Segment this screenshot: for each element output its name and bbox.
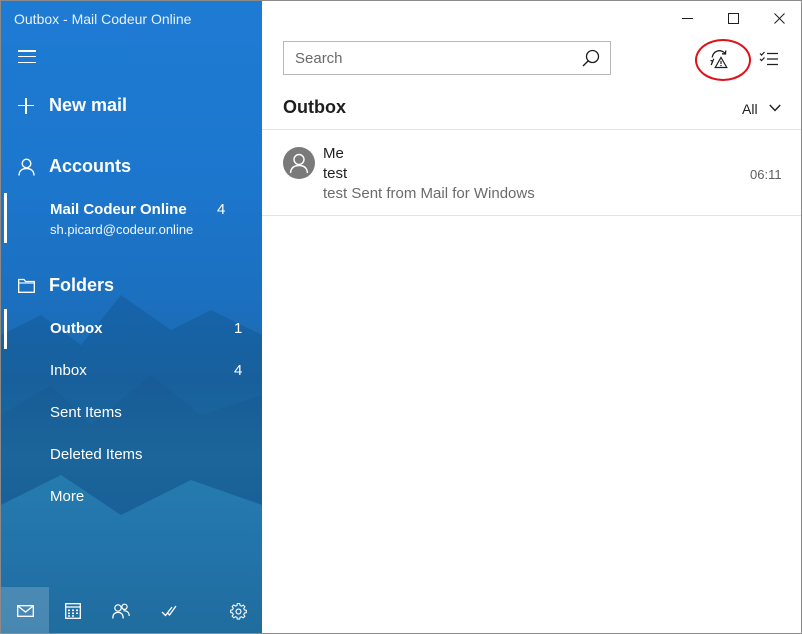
- account-unread-count: 4: [217, 201, 226, 218]
- folder-outbox[interactable]: Outbox 1: [1, 309, 262, 349]
- selection-mode-button[interactable]: [753, 43, 785, 75]
- person-icon: [18, 157, 35, 176]
- folder-count: 1: [234, 320, 243, 337]
- folder-inbox[interactable]: Inbox 4: [1, 351, 262, 391]
- hamburger-menu-icon[interactable]: [18, 50, 36, 64]
- close-icon: [773, 12, 785, 24]
- account-item[interactable]: Mail Codeur Online sh.picard@codeur.onli…: [1, 191, 262, 245]
- folders-label: Folders: [49, 275, 115, 295]
- filter-dropdown[interactable]: All: [742, 99, 781, 117]
- search-icon: [582, 49, 600, 67]
- plus-icon: [18, 97, 34, 114]
- accounts-label: Accounts: [49, 156, 132, 176]
- minimize-icon: [681, 17, 693, 19]
- folder-name: Sent Items: [50, 404, 122, 421]
- selection-indicator: [4, 193, 7, 243]
- maximize-icon: [727, 12, 739, 24]
- new-mail-button[interactable]: New mail: [18, 95, 127, 116]
- checklist-icon: [759, 51, 778, 66]
- message-subject: test: [323, 165, 348, 182]
- folder-count: 4: [234, 362, 243, 379]
- accounts-heading[interactable]: Accounts: [18, 156, 131, 177]
- bottom-bar-spacer: [193, 587, 214, 633]
- avatar: [283, 147, 315, 179]
- window-title: Outbox - Mail Codeur Online: [14, 11, 192, 27]
- folder-deleted-items[interactable]: Deleted Items: [1, 435, 262, 475]
- sync-button[interactable]: [702, 43, 738, 75]
- message-sender: Me: [323, 145, 344, 162]
- navigation-pane: Outbox - Mail Codeur Online New mail Acc…: [1, 1, 262, 633]
- message-divider: [262, 215, 801, 216]
- search-input[interactable]: [284, 49, 572, 67]
- folder-icon: [18, 278, 35, 293]
- folders-heading[interactable]: Folders: [18, 275, 114, 296]
- settings-button[interactable]: [214, 587, 262, 633]
- search-box: [283, 41, 611, 75]
- people-icon: [112, 603, 130, 619]
- folder-title: Outbox: [283, 97, 346, 117]
- folder-name: Outbox: [50, 320, 103, 337]
- filter-label: All: [742, 101, 758, 117]
- calendar-icon: [65, 603, 81, 619]
- app-switcher-bar: [1, 587, 262, 633]
- folder-more[interactable]: More: [1, 477, 262, 517]
- calendar-app-button[interactable]: [49, 587, 97, 633]
- todo-app-button[interactable]: [145, 587, 193, 633]
- folder-sent-items[interactable]: Sent Items: [1, 393, 262, 433]
- sync-warning-icon: [710, 50, 728, 69]
- close-button[interactable]: [756, 1, 801, 35]
- mail-icon: [16, 605, 34, 617]
- todo-check-icon: [161, 605, 177, 617]
- folder-name: More: [50, 488, 85, 505]
- mail-app-button[interactable]: [1, 587, 49, 633]
- folder-name: Inbox: [50, 362, 87, 379]
- message-preview: test Sent from Mail for Windows: [323, 185, 535, 202]
- people-app-button[interactable]: [97, 587, 145, 633]
- message-time: 06:11: [750, 167, 782, 182]
- folder-name: Deleted Items: [50, 446, 143, 463]
- search-button[interactable]: [572, 42, 610, 74]
- selection-indicator: [4, 309, 7, 349]
- person-icon: [289, 153, 309, 174]
- account-email: sh.picard@codeur.online: [50, 222, 194, 237]
- minimize-button[interactable]: [664, 1, 710, 35]
- mail-app-window: Outbox - Mail Codeur Online New mail Acc…: [0, 0, 802, 634]
- message-list-pane: Outbox All Me test test Sent from Mail f…: [262, 1, 801, 633]
- account-name: Mail Codeur Online: [50, 201, 187, 218]
- new-mail-label: New mail: [49, 95, 128, 115]
- maximize-button[interactable]: [710, 1, 756, 35]
- message-item[interactable]: Me test test Sent from Mail for Windows …: [262, 130, 801, 215]
- gear-icon: [229, 602, 247, 620]
- chevron-down-icon: [768, 104, 781, 112]
